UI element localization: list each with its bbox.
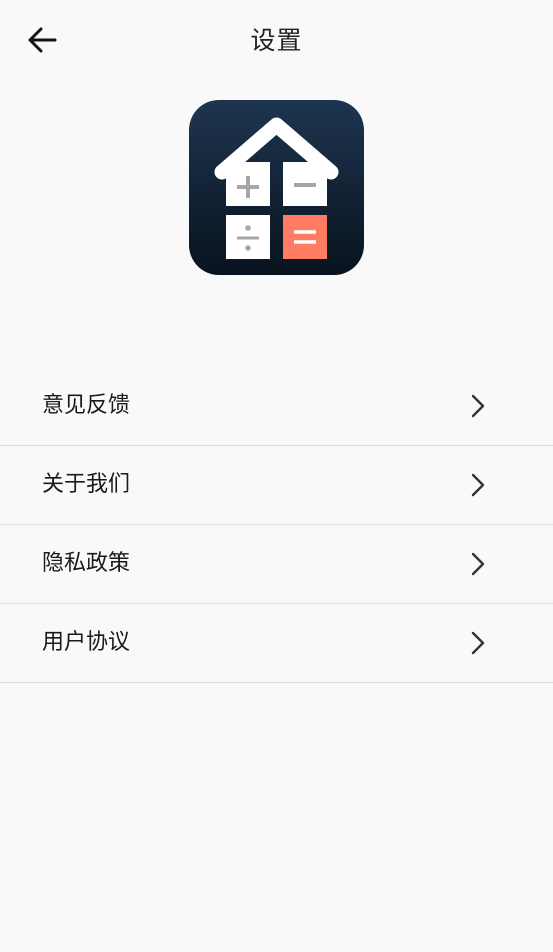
chevron-right-icon [471, 631, 485, 655]
calculator-house-icon [189, 100, 364, 275]
chevron-right-icon [471, 473, 485, 497]
menu-item-label: 关于我们 [42, 472, 131, 497]
menu-item-label: 意见反馈 [42, 393, 131, 418]
menu-item-user-agreement[interactable]: 用户协议 [0, 604, 553, 683]
menu-item-label: 用户协议 [42, 630, 131, 655]
menu-item-about-us[interactable]: 关于我们 [0, 446, 553, 525]
menu-item-feedback[interactable]: 意见反馈 [0, 367, 553, 446]
menu-item-privacy-policy[interactable]: 隐私政策 [0, 525, 553, 604]
page-title: 设置 [250, 26, 303, 55]
header-bar: 设置 [0, 0, 553, 82]
settings-menu: 意见反馈 关于我们 隐私政策 用户协议 [0, 367, 553, 683]
app-logo [189, 100, 364, 275]
chevron-right-icon [471, 394, 485, 418]
menu-item-label: 隐私政策 [42, 551, 131, 576]
chevron-right-icon [471, 552, 485, 576]
